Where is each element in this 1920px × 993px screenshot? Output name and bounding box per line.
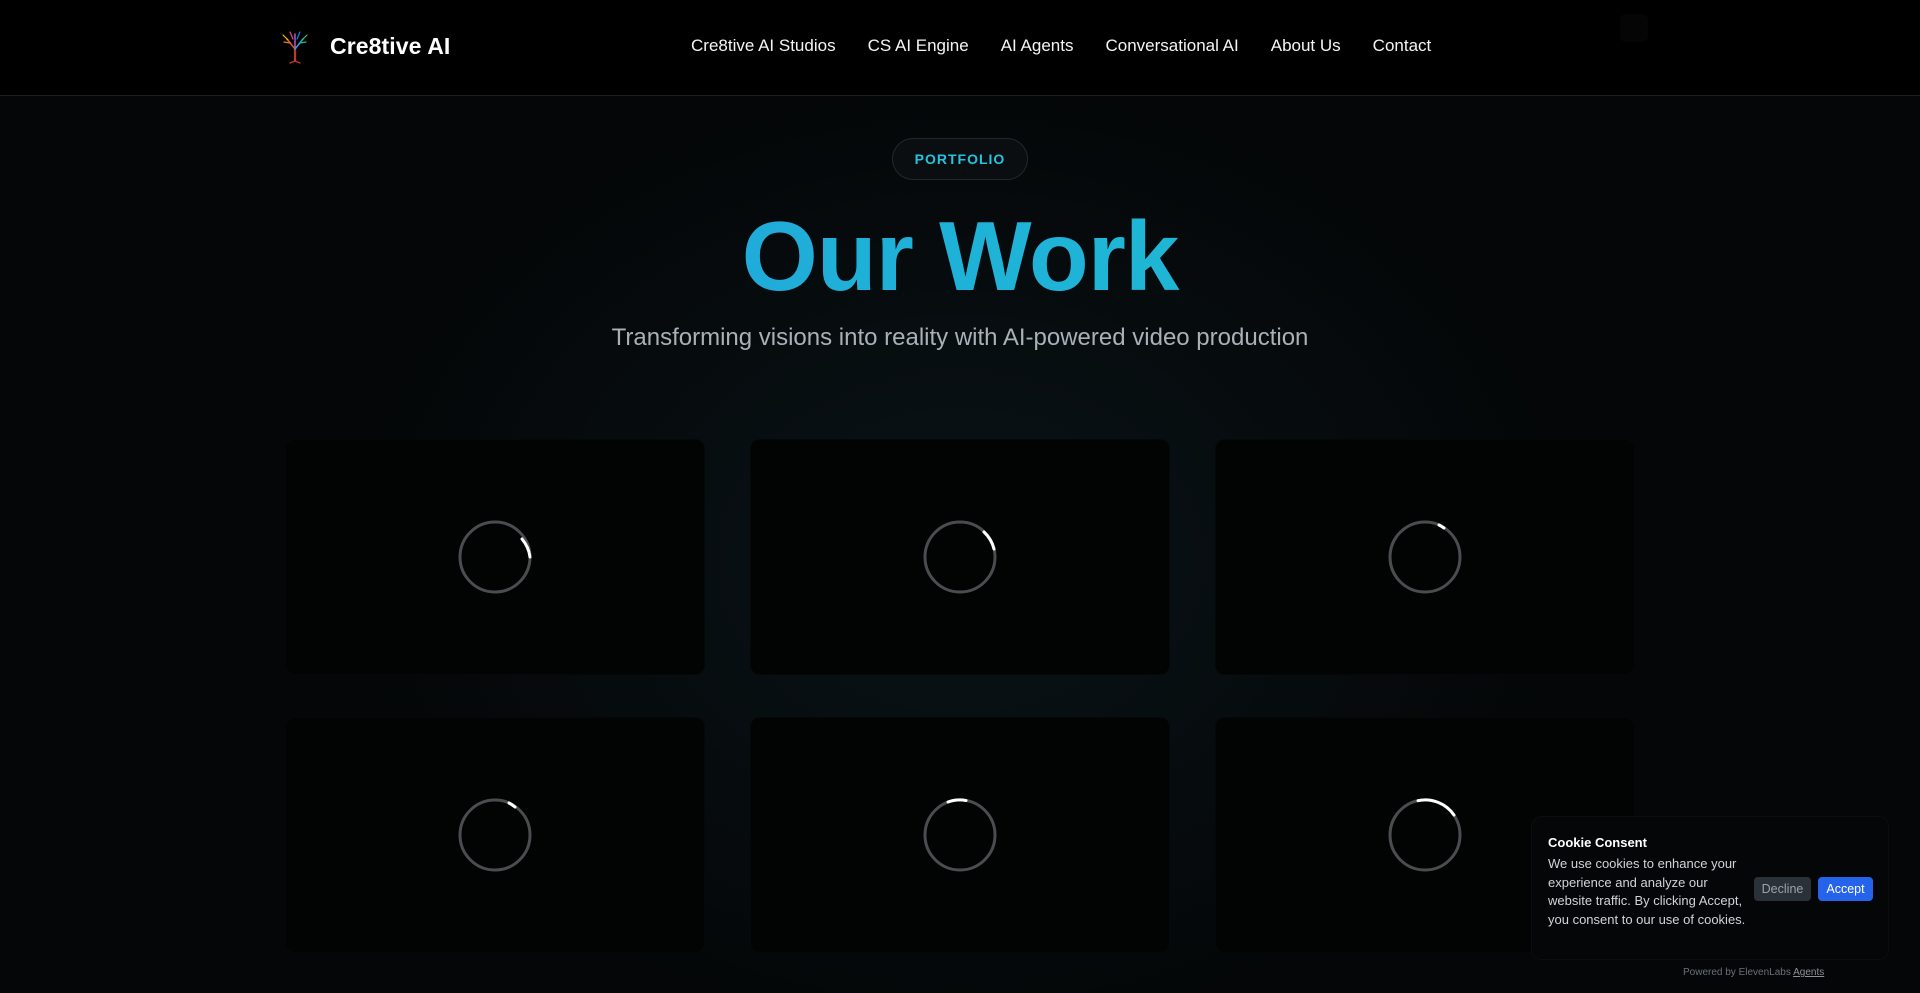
powered-by-footer: Powered by ElevenLabs Agents <box>1683 967 1824 978</box>
menu-icon[interactable] <box>1620 14 1648 42</box>
portfolio-card[interactable] <box>750 439 1170 675</box>
accept-button[interactable]: Accept <box>1818 877 1873 901</box>
tree-logo-icon <box>282 31 308 64</box>
agents-link[interactable]: Agents <box>1793 967 1824 978</box>
powered-by-text: Powered by ElevenLabs <box>1683 967 1791 978</box>
main-nav: Cre8tive AI Studios CS AI Engine AI Agen… <box>691 33 1431 59</box>
nav-link-cs-ai-engine[interactable]: CS AI Engine <box>868 36 969 56</box>
loading-spinner-icon <box>923 520 997 594</box>
brand-name: Cre8tive AI <box>330 32 451 59</box>
site-header: Cre8tive AI Cre8tive AI Studios CS AI En… <box>0 0 1920 96</box>
nav-link-about-us[interactable]: About Us <box>1271 36 1341 56</box>
loading-spinner-icon <box>1388 520 1462 594</box>
cookie-title: Cookie Consent <box>1548 835 1647 850</box>
loading-spinner-icon <box>458 798 532 872</box>
portfolio-badge: PORTFOLIO <box>892 138 1028 180</box>
cookie-consent-dialog: Cookie Consent We use cookies to enhance… <box>1531 816 1889 960</box>
portfolio-card[interactable] <box>285 717 705 953</box>
loading-spinner-icon <box>458 520 532 594</box>
loading-spinner-icon <box>923 798 997 872</box>
cookie-message: We use cookies to enhance your experienc… <box>1548 856 1746 927</box>
nav-link-studios[interactable]: Cre8tive AI Studios <box>691 36 836 56</box>
nav-link-contact[interactable]: Contact <box>1373 36 1432 56</box>
brand-logo-link[interactable]: Cre8tive AI <box>276 26 450 66</box>
portfolio-card[interactable] <box>285 439 705 675</box>
nav-link-ai-agents[interactable]: AI Agents <box>1001 36 1074 56</box>
portfolio-card[interactable] <box>1215 439 1635 675</box>
nav-link-conversational-ai[interactable]: Conversational AI <box>1105 36 1238 56</box>
page: Cre8tive AI Cre8tive AI Studios CS AI En… <box>0 0 1920 993</box>
page-title: Our Work <box>0 196 1920 316</box>
portfolio-card[interactable] <box>750 717 1170 953</box>
loading-spinner-icon <box>1388 798 1462 872</box>
page-subtitle: Transforming visions into reality with A… <box>611 324 1309 351</box>
decline-button[interactable]: Decline <box>1754 877 1811 901</box>
